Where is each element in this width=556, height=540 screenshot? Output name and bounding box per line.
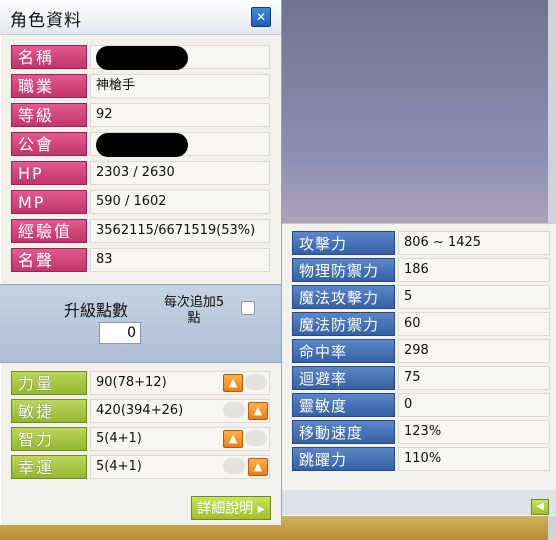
detail-button-label: 詳細說明 (197, 501, 254, 517)
stat-up-arrow-icon[interactable]: ▲ (248, 402, 268, 420)
stat-label: 敏捷 (11, 399, 87, 423)
collapse-arrow-icon[interactable]: ◀ (531, 499, 549, 515)
detail-value: 298 (398, 339, 550, 363)
detail-label: 跳躍力 (292, 447, 395, 471)
detail-label: 魔法攻擊力 (292, 285, 395, 309)
detail-label: 物理防禦力 (292, 258, 395, 282)
window-title: 角色資料 (10, 11, 82, 31)
profile-label: MP (11, 190, 87, 214)
stat-label: 幸運 (11, 455, 87, 479)
detail-value: 123% (398, 420, 550, 444)
profile-row-job: 職業 神槍手 (8, 73, 270, 99)
detail-label: 命中率 (292, 339, 395, 363)
close-icon[interactable]: ✕ (251, 7, 271, 27)
stat-slot (245, 374, 267, 390)
profile-row-hp: HP 2303 / 2630 (8, 160, 270, 186)
detail-value: 806 ~ 1425 (398, 231, 550, 255)
profile-label: 經驗值 (11, 219, 87, 243)
stat-value: 5(4+1) (90, 427, 270, 451)
detail-row-phys-def: 物理防禦力 186 (292, 257, 550, 283)
profile-row-guild: 公會 (8, 131, 270, 157)
stat-up-arrow-icon[interactable]: ▲ (223, 430, 243, 448)
detail-footer (282, 490, 556, 515)
level-up-section: 升級點數 0 每次追加5點 (0, 284, 281, 363)
redacted-guild-mask (96, 133, 188, 157)
profile-value: 3562115/6671519(53%) (90, 219, 270, 243)
detail-value: 186 (398, 258, 550, 282)
stat-slot (245, 430, 267, 446)
detail-row-jump: 跳躍力 110% (292, 446, 550, 472)
character-info-window: 角色資料 ✕ 名稱 職業 神槍手 等級 92 公會 HP 2303 / 2630… (0, 0, 282, 525)
detail-label: 迴避率 (292, 366, 395, 390)
add-five-label: 每次追加5點 (163, 295, 225, 326)
profile-value: 神槍手 (90, 74, 270, 98)
detail-value: 5 (398, 285, 550, 309)
profile-row-name: 名稱 (8, 44, 270, 70)
level-up-points-field[interactable]: 0 (99, 322, 141, 344)
detail-row-accuracy: 命中率 298 (292, 338, 550, 364)
profile-row-fame: 名聲 83 (8, 247, 270, 273)
detail-row-attack: 攻擊力 806 ~ 1425 (292, 230, 550, 256)
profile-label: 職業 (11, 74, 87, 98)
level-up-points-label: 升級點數 (64, 301, 129, 320)
add-five-checkbox[interactable] (241, 301, 255, 315)
profile-value: 590 / 1602 (90, 190, 270, 214)
stat-up-arrow-icon[interactable]: ▲ (223, 374, 243, 392)
profile-label: 公會 (11, 132, 87, 156)
stat-slot (223, 458, 245, 474)
detail-row-avoid: 迴避率 75 (292, 365, 550, 391)
detail-label: 攻擊力 (292, 231, 395, 255)
profile-value: 2303 / 2630 (90, 161, 270, 185)
profile-label: 等級 (11, 103, 87, 127)
detail-value: 0 (398, 393, 550, 417)
detail-row-hands: 靈敏度 0 (292, 392, 550, 418)
stat-row-int: 智力 5(4+1) ▲ (8, 426, 270, 452)
detail-row-magic-atk: 魔法攻擊力 5 (292, 284, 550, 310)
stat-row-str: 力量 90(78+12) ▲ (8, 370, 270, 396)
detail-value: 60 (398, 312, 550, 336)
detail-label: 靈敏度 (292, 393, 395, 417)
stat-value: 90(78+12) (90, 371, 270, 395)
title-bar[interactable]: 角色資料 ✕ (0, 0, 281, 35)
detail-button[interactable]: 詳細說明 ▸ (191, 496, 271, 520)
profile-value: 83 (90, 248, 270, 272)
detail-value: 110% (398, 447, 550, 471)
detail-label: 移動速度 (292, 420, 395, 444)
stat-label: 智力 (11, 427, 87, 451)
stat-up-arrow-icon[interactable]: ▲ (248, 458, 268, 476)
profile-row-exp: 經驗值 3562115/6671519(53%) (8, 218, 270, 244)
stat-label: 力量 (11, 371, 87, 395)
profile-label: 名聲 (11, 248, 87, 272)
stat-row-luk: 幸運 5(4+1) ▲ (8, 454, 270, 480)
profile-row-mp: MP 590 / 1602 (8, 189, 270, 215)
profile-row-level: 等級 92 (8, 102, 270, 128)
stat-slot (223, 402, 245, 418)
detail-row-magic-def: 魔法防禦力 60 (292, 311, 550, 337)
detail-label: 魔法防禦力 (292, 312, 395, 336)
stat-row-dex: 敏捷 420(394+26) ▲ (8, 398, 270, 424)
profile-label: 名稱 (11, 45, 87, 69)
detail-row-speed: 移動速度 123% (292, 419, 550, 445)
detail-stats-window: 攻擊力 806 ~ 1425 物理防禦力 186 魔法攻擊力 5 魔法防禦力 6… (282, 223, 556, 516)
redacted-name-mask (96, 46, 188, 70)
profile-value: 92 (90, 103, 270, 127)
profile-label: HP (11, 161, 87, 185)
detail-value: 75 (398, 366, 550, 390)
